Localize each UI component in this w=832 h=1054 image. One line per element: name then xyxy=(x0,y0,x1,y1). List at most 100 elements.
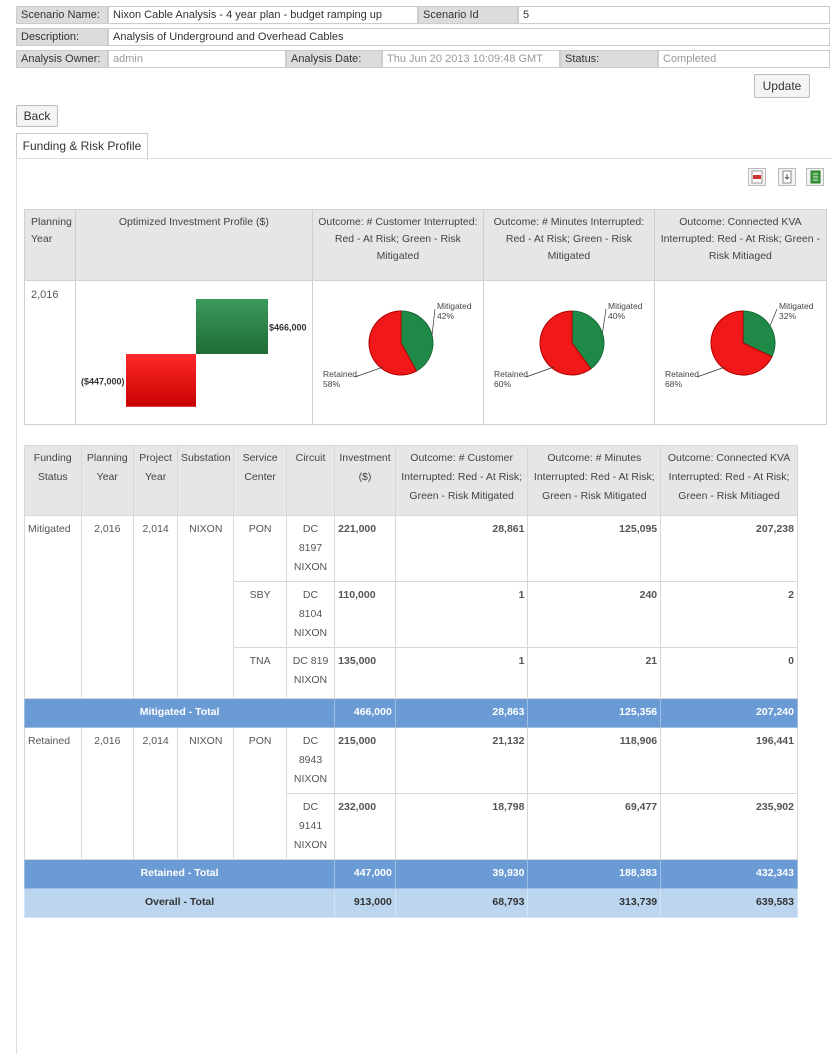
overall-total-label: Overall - Total xyxy=(23,888,336,918)
retained-pct: 58% xyxy=(323,379,340,389)
kva-pie-chart: Mitigated32% Retained68% xyxy=(665,301,814,389)
description-field[interactable]: Analysis of Underground and Overhead Cab… xyxy=(108,28,830,46)
service-center-header: Service Center xyxy=(233,445,287,516)
substation-cell: NIXON xyxy=(177,515,235,699)
kva-total-cell: 432,343 xyxy=(660,859,798,889)
funding-status-cell: Mitigated xyxy=(24,515,82,699)
description-label: Description: xyxy=(16,28,108,46)
planning-year-header: Planning Year xyxy=(80,445,135,516)
minutes-pie-cell: Mitigated 40% Retained 60% xyxy=(482,280,655,425)
excel-export-icon[interactable] xyxy=(806,168,824,186)
planning-year-cell: 2,016 xyxy=(80,515,135,699)
page-export-icon[interactable] xyxy=(778,168,796,186)
kva-cell: 235,902 xyxy=(660,793,798,860)
minutes-cell: 118,906 xyxy=(527,727,662,794)
update-button[interactable]: Update xyxy=(754,74,810,98)
kva-interrupted-header: Outcome: Connected KVA Interrupted: Red … xyxy=(653,209,827,281)
retained-leader xyxy=(354,366,383,378)
retained-pct: 68% xyxy=(665,379,682,389)
service-center-cell: PON xyxy=(233,727,287,860)
retained-bar-label: ($447,000) xyxy=(81,376,125,386)
retained-pct: 60% xyxy=(494,379,511,389)
investment-header: Investment ($) xyxy=(334,445,396,516)
investment-cell: 135,000 xyxy=(334,647,396,699)
circuit-cell: DC 8104 NIXON xyxy=(285,581,336,648)
investment-cell: 110,000 xyxy=(334,581,396,648)
scenario-name-label: Scenario Name: xyxy=(16,6,108,24)
minutes-pie-chart: Mitigated40% Retained60% xyxy=(494,301,643,389)
customers-cell: 21,132 xyxy=(394,727,529,794)
minutes-interrupted-header: Outcome: # Minutes Interrupted: Red - At… xyxy=(482,209,655,281)
circuit-cell: DC 8943 NIXON xyxy=(285,727,336,794)
table-row: Retained 2,016 2,014 NIXON PON DC 8943 N… xyxy=(24,727,798,860)
status-label: Status: xyxy=(560,50,658,68)
circuit-cell: DC 9141 NIXON xyxy=(285,793,336,860)
mitigated-bar-label: $466,000 xyxy=(269,323,307,333)
owner-label: Analysis Owner: xyxy=(16,50,108,68)
circuit-header: Circuit xyxy=(285,445,336,516)
retained-label: Retained xyxy=(494,369,528,379)
minutes-total-cell: 188,383 xyxy=(527,859,662,889)
retained-bar xyxy=(125,354,196,407)
kva-header: Outcome: Connected KVA Interrupted: Red … xyxy=(660,445,798,516)
investment-overall-cell: 913,000 xyxy=(334,888,396,918)
mitigated-label: Mitigated xyxy=(608,301,643,311)
mitigated-pct: 40% xyxy=(608,311,625,321)
mitigated-label: Mitigated xyxy=(779,301,814,311)
investment-profile-cell: ($447,000) $466,000 xyxy=(74,280,313,425)
kva-pie-cell: Mitigated 32% Retained 68% xyxy=(653,280,827,425)
mitigated-total-label: Mitigated - Total xyxy=(23,698,336,728)
customers-cell: 1 xyxy=(394,581,529,648)
table-row: Mitigated 2,016 2,014 NIXON PON DC 8197 … xyxy=(24,515,798,699)
customers-total-cell: 39,930 xyxy=(394,859,529,889)
project-year-cell: 2,014 xyxy=(132,727,179,860)
mitigated-leader xyxy=(431,308,436,336)
substation-cell: NIXON xyxy=(177,727,235,860)
profile-year: 2,016 xyxy=(24,280,76,425)
date-label: Analysis Date: xyxy=(286,50,382,68)
investment-cell: 215,000 xyxy=(334,727,396,794)
minutes-cell: 240 xyxy=(527,581,662,648)
mitigated-label: Mitigated xyxy=(437,301,472,311)
owner-field[interactable]: admin xyxy=(108,50,286,68)
retained-label: Retained xyxy=(665,369,699,379)
customers-pie-chart: Mitigated42% Retained58% xyxy=(323,301,472,389)
project-year-cell: 2,014 xyxy=(132,515,179,699)
minutes-cell: 69,477 xyxy=(527,793,662,860)
kva-cell: 2 xyxy=(660,581,798,648)
minutes-header: Outcome: # Minutes Interrupted: Red - At… xyxy=(527,445,662,516)
retained-label: Retained xyxy=(323,369,357,379)
tab-label: Funding & Risk Profile xyxy=(22,139,142,153)
service-center-cell: PON xyxy=(233,515,287,582)
retained-leader xyxy=(696,366,725,378)
mitigated-total-row: Mitigated - Total 466,000 28,863 125,356… xyxy=(23,698,798,728)
mitigated-pct: 42% xyxy=(437,311,454,321)
retained-total-row: Retained - Total 447,000 39,930 188,383 … xyxy=(23,859,798,889)
back-button[interactable]: Back xyxy=(16,105,58,127)
scenario-id-field[interactable]: 5 xyxy=(518,6,830,24)
customers-overall-cell: 68,793 xyxy=(394,888,529,918)
overall-total-row: Overall - Total 913,000 68,793 313,739 6… xyxy=(23,888,798,918)
status-field[interactable]: Completed xyxy=(658,50,830,68)
scenario-name-field[interactable]: Nixon Cable Analysis - 4 year plan - bud… xyxy=(108,6,418,24)
scenario-id-label: Scenario Id xyxy=(418,6,518,24)
investment-cell: 232,000 xyxy=(334,793,396,860)
circuit-cell: DC 819 NIXON xyxy=(285,647,336,699)
pdf-export-icon[interactable] xyxy=(748,168,766,186)
service-center-cell: SBY xyxy=(233,581,287,648)
mitigated-leader xyxy=(769,308,778,326)
customers-pie-cell: Mitigated 42% Retained 58% xyxy=(311,280,484,425)
retained-total-label: Retained - Total xyxy=(23,859,336,889)
retained-leader xyxy=(525,366,554,378)
date-field[interactable]: Thu Jun 20 2013 10:09:48 GMT xyxy=(382,50,560,68)
planning-year-header: Planning Year xyxy=(24,209,76,281)
circuit-cell: DC 8197 NIXON xyxy=(285,515,336,582)
planning-year-cell: 2,016 xyxy=(80,727,135,860)
investment-bar-chart: ($447,000) $466,000 xyxy=(81,299,307,407)
customers-cell: 28,861 xyxy=(394,515,529,582)
investment-cell: 221,000 xyxy=(334,515,396,582)
tab-funding-risk-profile[interactable]: Funding & Risk Profile xyxy=(16,133,148,160)
mitigated-pct: 32% xyxy=(779,311,796,321)
service-center-cell: TNA xyxy=(233,647,287,699)
kva-total-cell: 207,240 xyxy=(660,698,798,728)
